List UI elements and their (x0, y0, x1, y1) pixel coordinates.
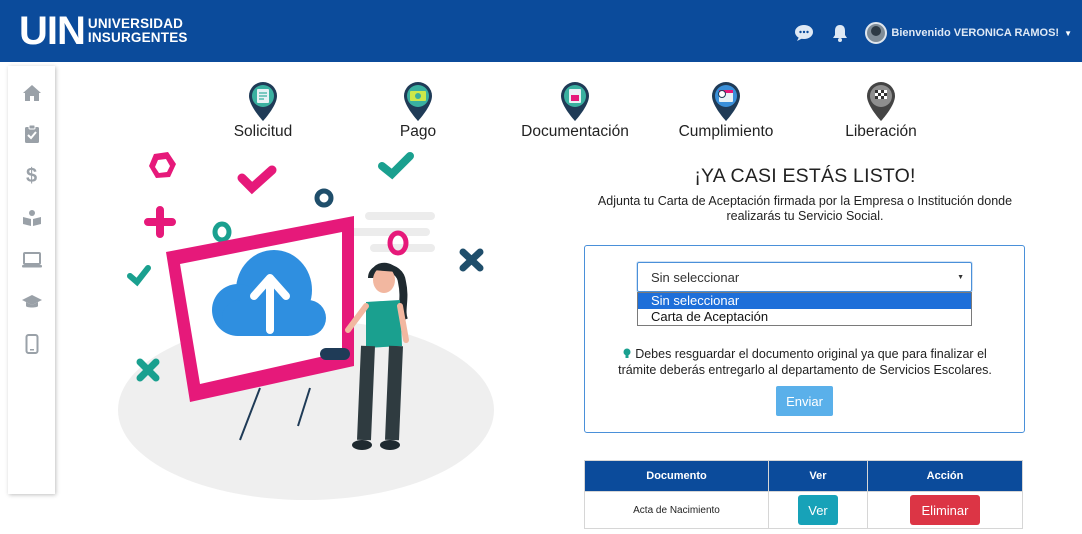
note-line-2: trámite deberás entregarlo al departamen… (618, 363, 992, 377)
option-carta-aceptacion[interactable]: Carta de Aceptación (638, 309, 971, 325)
step-label-pago: Pago (399, 123, 437, 140)
sidebar-item-mobile[interactable] (8, 330, 55, 358)
select-value: Sin seleccionar (651, 270, 740, 285)
table-row: Acta de Nacimiento Ver Eliminar (584, 491, 1023, 529)
column-header-documento: Documento (584, 460, 769, 492)
home-icon (22, 85, 41, 101)
money-icon (404, 82, 432, 121)
sidebar-item-clipboard[interactable] (8, 120, 55, 148)
lightbulb-icon (623, 348, 631, 358)
step-label-cumplimiento: Cumplimiento (678, 123, 774, 140)
graduation-cap-icon (21, 295, 42, 308)
note-line-1: Debes resguardar el documento original y… (600, 346, 1010, 362)
top-navbar: UIN UNIVERSIDAD INSURGENTES Bienvenido V… (0, 0, 1082, 62)
step-cumplimiento[interactable]: Cumplimiento (656, 80, 796, 141)
subtitle-line-2: realizarás tu Servicio Social. (726, 209, 884, 223)
dollar-icon: $ (25, 164, 38, 187)
logo-line-1: UNIVERSIDAD (87, 16, 184, 31)
sidebar-item-reader[interactable] (8, 204, 55, 232)
upload-panel: Sin seleccionar ▼ Sin seleccionar Carta … (584, 245, 1025, 433)
bell-icon[interactable] (829, 23, 851, 43)
logo-uin: UIN (19, 9, 86, 53)
step-label-solicitud: Solicitud (233, 123, 293, 140)
upload-illustration (110, 140, 510, 529)
welcome-text[interactable]: Bienvenido VERONICA RAMOS! (891, 27, 1059, 39)
document-upload-icon (561, 82, 589, 121)
clipboard-check-icon (24, 124, 39, 143)
view-document-button[interactable]: Ver (798, 495, 838, 525)
logo-text: UNIVERSIDAD INSURGENTES (88, 17, 188, 45)
step-label-liberacion: Liberación (845, 123, 917, 140)
laptop-icon (21, 252, 42, 268)
send-button[interactable]: Enviar (776, 386, 833, 416)
note-text-1: Debes resguardar el documento original y… (635, 347, 987, 361)
sidebar-item-laptop[interactable] (8, 246, 55, 274)
logo-line-2: INSURGENTES (87, 30, 188, 45)
table-header-row: Documento Ver Acción (584, 460, 1023, 492)
sidebar-item-home[interactable] (8, 79, 55, 107)
column-header-ver: Ver (768, 460, 868, 492)
step-liberacion[interactable]: Liberación (811, 80, 951, 141)
step-pago[interactable]: Pago (348, 80, 488, 141)
document-type-select[interactable]: Sin seleccionar ▼ (637, 262, 972, 292)
document-type-dropdown: Sin seleccionar Carta de Aceptación (637, 292, 972, 326)
mobile-icon (25, 334, 38, 354)
cell-accion: Eliminar (867, 491, 1023, 529)
option-sin-seleccionar[interactable]: Sin seleccionar (638, 293, 971, 309)
university-logo[interactable]: UIN UNIVERSIDAD INSURGENTES (19, 8, 188, 54)
page-subtitle: Adjunta tu Carta de Aceptación firmada p… (585, 194, 1025, 224)
chat-icon[interactable] (793, 23, 815, 43)
user-area: Bienvenido VERONICA RAMOS! ▼ (793, 22, 1072, 44)
delete-document-button[interactable]: Eliminar (910, 495, 980, 525)
step-solicitud[interactable]: Solicitud (193, 80, 333, 141)
sidebar-item-payments[interactable]: $ (8, 162, 55, 190)
reader-icon (22, 210, 41, 226)
sidebar: $ (8, 66, 55, 494)
original-document-note: Debes resguardar el documento original y… (600, 346, 1010, 378)
step-documentacion[interactable]: Documentación (505, 80, 645, 141)
checkered-flag-icon (867, 82, 895, 121)
chevron-down-icon[interactable]: ▼ (957, 274, 964, 281)
sidebar-item-graduation[interactable] (8, 288, 55, 316)
cell-ver: Ver (768, 491, 868, 529)
column-header-accion: Acción (867, 460, 1023, 492)
step-label-documentacion: Documentación (521, 123, 629, 140)
cell-documento: Acta de Nacimiento (584, 491, 769, 529)
documents-table: Documento Ver Acción Acta de Nacimiento … (584, 460, 1023, 529)
calendar-clock-icon (712, 82, 740, 121)
request-form-icon (249, 82, 277, 121)
subtitle-line-1: Adjunta tu Carta de Aceptación firmada p… (597, 194, 1013, 208)
page-title: ¡YA CASI ESTÁS LISTO! (694, 165, 916, 187)
avatar[interactable] (865, 22, 888, 44)
chevron-down-icon[interactable]: ▼ (1064, 29, 1072, 38)
